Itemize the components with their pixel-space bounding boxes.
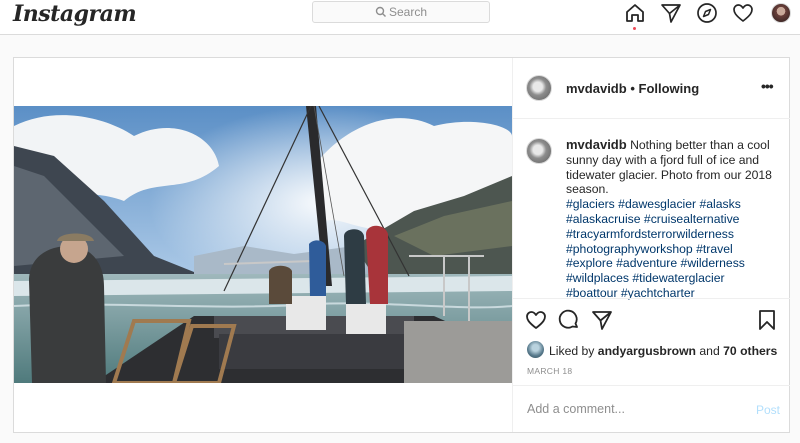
caption-avatar[interactable] [526, 138, 552, 164]
hashtag[interactable]: #tracyarmfordsterrorwilderness [566, 227, 734, 241]
separator-dot: • [630, 81, 635, 96]
more-options-icon[interactable]: ••• [761, 78, 774, 94]
post-card: mvdavidb • Following ••• mvdavidb Nothin… [13, 57, 790, 433]
post-header: mvdavidb • Following ••• [513, 58, 790, 119]
direct-icon[interactable] [660, 2, 682, 24]
home-icon[interactable] [624, 2, 646, 24]
like-heart-icon[interactable] [525, 309, 547, 331]
post-photo[interactable] [14, 106, 512, 383]
post-actions [513, 298, 790, 339]
hashtag[interactable]: #alasks [699, 197, 740, 211]
activity-heart-icon[interactable] [732, 2, 754, 24]
liked-joiner: and [699, 344, 720, 358]
hashtag[interactable]: #wildplaces [566, 271, 629, 285]
comment-icon[interactable] [558, 309, 580, 331]
hashtag[interactable]: #wilderness [681, 256, 745, 270]
post-caption: mvdavidb Nothing better than a cool sunn… [566, 137, 778, 301]
hashtag[interactable]: #explore [566, 256, 613, 270]
hashtag[interactable]: #glaciers [566, 197, 615, 211]
liker-avatar[interactable] [527, 341, 544, 358]
search-icon [375, 6, 386, 17]
hashtag[interactable]: #cruisealternative [644, 212, 740, 226]
top-navigation-bar: Instagram [0, 0, 800, 35]
share-icon[interactable] [591, 309, 613, 331]
post-comment-button[interactable]: Post [756, 403, 780, 417]
search-box[interactable] [312, 1, 490, 23]
post-date[interactable]: MARCH 18 [527, 366, 572, 376]
fjord-boat-photo [14, 106, 512, 383]
save-bookmark-icon[interactable] [757, 309, 777, 331]
hashtag[interactable]: #alaskacruise [566, 212, 641, 226]
liked-others-count[interactable]: 70 others [723, 344, 777, 358]
caption-username[interactable]: mvdavidb [566, 137, 627, 152]
liked-prefix: Liked by [549, 344, 595, 358]
hashtag[interactable]: #travel [696, 242, 733, 256]
explore-icon[interactable] [696, 2, 718, 24]
post-sidebar: mvdavidb • Following ••• mvdavidb Nothin… [512, 58, 790, 432]
author-username[interactable]: mvdavidb [566, 81, 627, 96]
liked-by-user[interactable]: andyargusbrown [598, 344, 696, 358]
hashtag[interactable]: #adventure [616, 256, 677, 270]
search-input[interactable] [389, 4, 485, 20]
comment-input[interactable] [527, 400, 727, 418]
author-line: mvdavidb • Following [566, 81, 699, 96]
author-avatar[interactable] [526, 75, 552, 101]
hashtag[interactable]: #dawesglacier [618, 197, 696, 211]
new-activity-dot [633, 27, 636, 30]
profile-avatar[interactable] [771, 3, 791, 23]
comment-box: Post [513, 385, 790, 433]
hashtag[interactable]: #photographyworkshop [566, 242, 693, 256]
liked-by-line: Liked by andyargusbrown and 70 others [549, 344, 777, 358]
following-status[interactable]: Following [639, 81, 700, 96]
instagram-logo[interactable]: Instagram [13, 1, 137, 27]
hashtag[interactable]: #tidewaterglacier [632, 271, 724, 285]
